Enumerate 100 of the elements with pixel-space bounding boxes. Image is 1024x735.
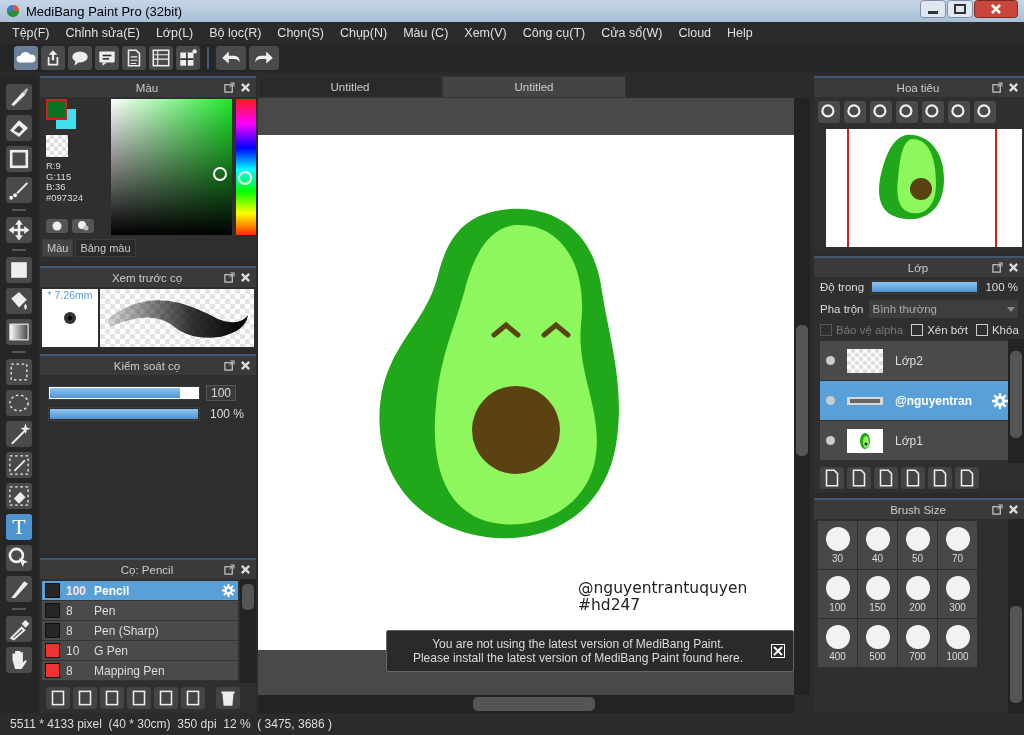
blend-mode-dropdown[interactable]: Bình thường	[869, 300, 1018, 318]
hand-icon[interactable]	[6, 647, 32, 673]
eraser-icon[interactable]	[6, 115, 32, 141]
minimize-button[interactable]	[920, 0, 946, 18]
brush-size: 8	[66, 623, 74, 638]
brush-size-option[interactable]: 700	[898, 619, 937, 667]
panel-tab[interactable]: Màu	[42, 239, 74, 257]
popout-icon[interactable]	[224, 360, 235, 371]
selection-icon[interactable]	[6, 359, 32, 385]
menu-item[interactable]: Xem(V)	[464, 26, 507, 40]
vertical-scrollbar[interactable]	[1008, 339, 1024, 463]
brush-size-option[interactable]: 400	[818, 619, 857, 667]
palette-icon[interactable]	[46, 219, 68, 233]
popout-icon[interactable]	[992, 504, 1003, 515]
brush-size-option[interactable]: 200	[898, 570, 937, 618]
menu-item[interactable]: Help	[727, 26, 753, 40]
selection-eraser-icon[interactable]	[6, 483, 32, 509]
brush-size-option[interactable]: 150	[858, 570, 897, 618]
brush-size-option[interactable]: 30	[818, 521, 857, 569]
undo-icon[interactable]	[216, 46, 246, 70]
selection-pen-icon[interactable]	[6, 452, 32, 478]
brush-size-option[interactable]: 100	[818, 570, 857, 618]
menu-item[interactable]: Chỉnh sửa(E)	[65, 26, 140, 40]
vertical-scrollbar[interactable]	[1008, 519, 1024, 713]
square-icon[interactable]	[6, 146, 32, 172]
grid-icon[interactable]	[176, 46, 200, 70]
layer-item[interactable]: Lớp2	[820, 341, 1008, 381]
document-icon[interactable]	[122, 46, 146, 70]
brush-slider[interactable]	[48, 386, 200, 400]
brush-icon[interactable]	[6, 84, 32, 110]
vertical-scrollbar[interactable]	[794, 98, 810, 695]
visibility-dot-icon[interactable]	[826, 396, 835, 405]
comment-icon[interactable]	[95, 46, 119, 70]
menu-item[interactable]: Cửa sổ(W)	[601, 26, 663, 40]
speech-bubble-icon[interactable]	[68, 46, 92, 70]
visibility-dot-icon[interactable]	[826, 356, 835, 365]
cloud-icon[interactable]	[14, 46, 38, 70]
brush-list-item[interactable]: 8 Pen (Sharp)	[42, 621, 238, 641]
knife-icon[interactable]	[6, 576, 32, 602]
close-icon[interactable]	[240, 564, 251, 575]
maximize-button[interactable]	[947, 0, 973, 18]
magic-wand-icon[interactable]	[6, 421, 32, 447]
vertical-scrollbar[interactable]	[240, 579, 256, 683]
redo-icon[interactable]	[249, 46, 279, 70]
gradient-icon[interactable]	[6, 319, 32, 345]
move-arrows-icon[interactable]	[6, 217, 32, 243]
close-icon[interactable]	[240, 272, 251, 283]
menu-item[interactable]: Chụp(N)	[339, 26, 388, 40]
lasso-icon[interactable]	[6, 390, 32, 416]
list-icon[interactable]	[149, 46, 173, 70]
menu-item[interactable]: Bộ lọc(R)	[209, 26, 262, 40]
brush-size-option[interactable]: 70	[938, 521, 977, 569]
menu-item[interactable]: Cloud	[678, 26, 712, 40]
eyedropper-icon[interactable]	[6, 616, 32, 642]
transparent-swatch[interactable]	[46, 135, 68, 157]
brush-list-item[interactable]: 8 Pen	[42, 601, 238, 621]
color-picker-icon[interactable]	[72, 219, 94, 233]
filled-square-icon[interactable]	[6, 257, 32, 283]
close-icon[interactable]	[240, 82, 251, 93]
brush-size-option[interactable]: 500	[858, 619, 897, 667]
menu-item[interactable]: Chọn(S)	[277, 26, 324, 40]
paint-bucket-icon[interactable]	[6, 288, 32, 314]
color-marker[interactable]	[213, 167, 228, 181]
popout-icon[interactable]	[992, 82, 1003, 93]
popout-icon[interactable]	[224, 82, 235, 93]
checkbox-option[interactable]: Khóa	[975, 324, 1019, 336]
document-tab[interactable]: Untitled	[258, 76, 442, 98]
notice-text: You are not using the latest version of MediBang Paint.	[432, 637, 724, 651]
pen-icon[interactable]	[6, 177, 32, 203]
brush-size-option[interactable]: 50	[898, 521, 937, 569]
panel-tab[interactable]: Bảng màu	[75, 239, 136, 257]
brush-size-option[interactable]: 40	[858, 521, 897, 569]
popout-icon[interactable]	[224, 272, 235, 283]
new-layer-icon[interactable]	[820, 467, 844, 489]
pointer-icon[interactable]	[6, 545, 32, 571]
brush-size-option[interactable]: 300	[938, 570, 977, 618]
close-icon[interactable]	[1008, 82, 1019, 93]
menu-item[interactable]: Tệp(F)	[12, 26, 50, 40]
layer-item[interactable]: Lớp1	[820, 421, 1008, 461]
popout-icon[interactable]	[992, 262, 1003, 273]
brush-size-option[interactable]: 1000	[938, 619, 977, 667]
document-tab[interactable]: Untitled	[442, 76, 626, 98]
upload-icon[interactable]	[41, 46, 65, 70]
horizontal-scrollbar[interactable]	[258, 695, 794, 713]
menu-item[interactable]: Lớp(L)	[155, 26, 194, 40]
close-icon[interactable]	[1008, 504, 1019, 515]
brush-list-item[interactable]: 8 Mapping Pen	[42, 661, 238, 681]
close-icon[interactable]	[1008, 262, 1019, 273]
close-icon[interactable]	[240, 360, 251, 371]
gear-icon[interactable]	[222, 584, 235, 597]
checkbox-option[interactable]: Xén bớt	[911, 324, 968, 336]
menu-item[interactable]: Công cụ(T)	[522, 26, 586, 40]
color-field[interactable]	[111, 99, 233, 235]
popout-icon[interactable]	[224, 564, 235, 575]
close-button[interactable]	[974, 0, 1018, 18]
brush-list-item[interactable]: 10 G Pen	[42, 641, 238, 661]
trash-icon[interactable]	[216, 687, 240, 709]
visibility-dot-icon[interactable]	[826, 436, 835, 445]
menu-item[interactable]: Màu (C)	[403, 26, 449, 40]
foreground-color-swatch[interactable]	[46, 99, 67, 120]
